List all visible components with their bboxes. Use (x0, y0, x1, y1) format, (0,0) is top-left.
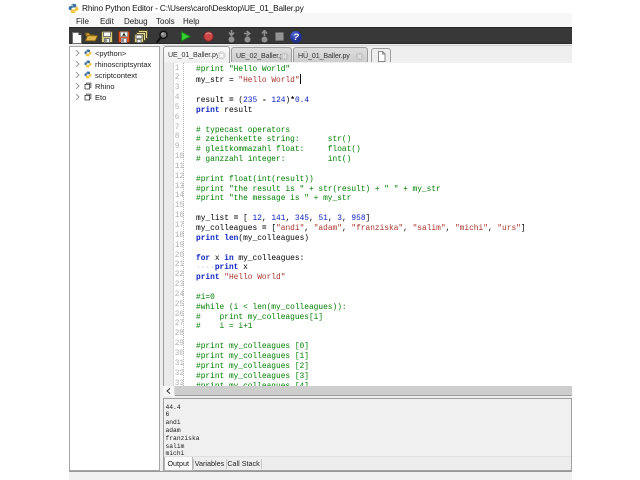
svg-text:?: ? (293, 32, 299, 43)
